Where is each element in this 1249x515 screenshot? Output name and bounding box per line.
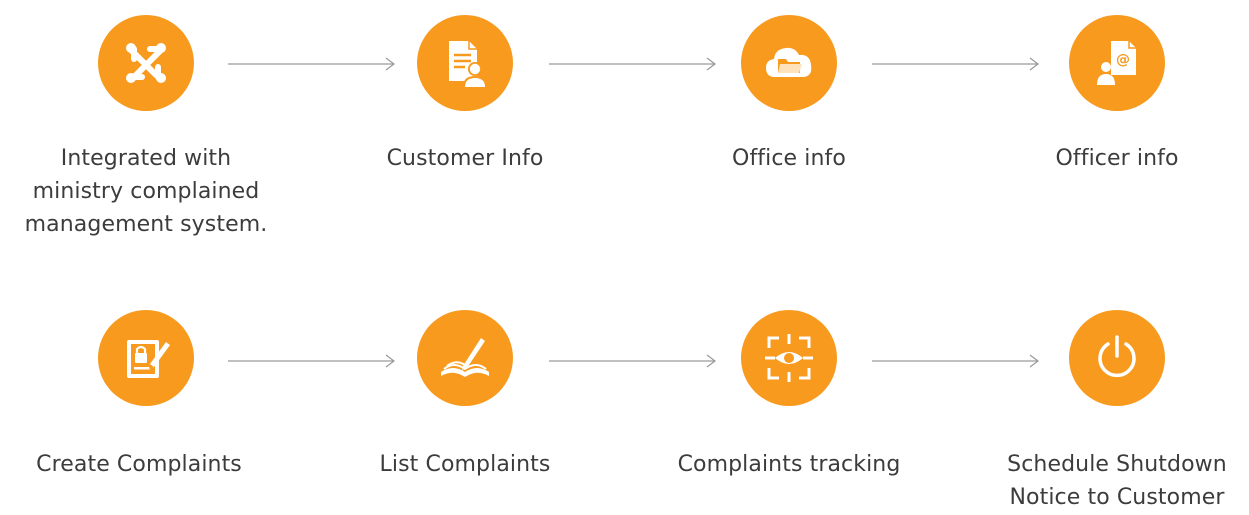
cloud-folder-icon xyxy=(766,47,812,77)
step-label: Schedule Shutdown Notice to Customer xyxy=(1007,452,1227,510)
step-circle xyxy=(741,15,837,111)
secure-form-edit-icon xyxy=(127,340,170,378)
step-circle xyxy=(98,15,194,111)
step-label: Office info xyxy=(732,146,846,171)
svg-text:@: @ xyxy=(1116,52,1130,68)
open-book-pen-icon xyxy=(441,338,489,377)
flow-arrow xyxy=(549,351,719,371)
step-circle xyxy=(1069,310,1165,406)
eye-target-icon xyxy=(765,334,813,382)
step-label: List Complaints xyxy=(379,452,551,477)
step-label: Create Complaints xyxy=(36,452,242,477)
customer-document-icon xyxy=(449,41,487,87)
step-label: Customer Info xyxy=(386,146,544,171)
contact-email-icon: @ xyxy=(1097,41,1136,85)
power-icon xyxy=(1098,335,1136,378)
step-circle: @ xyxy=(1069,15,1165,111)
step-label: Integrated with ministry complained mana… xyxy=(24,146,268,237)
flow-arrow xyxy=(549,54,719,74)
joomla-icon xyxy=(126,43,166,83)
step-circle xyxy=(417,15,513,111)
flow-arrow xyxy=(872,351,1042,371)
step-circle xyxy=(741,310,837,406)
step-circle xyxy=(98,310,194,406)
flow-arrow xyxy=(872,54,1042,74)
step-label: Officer info xyxy=(1055,146,1179,171)
flow-arrow xyxy=(228,351,398,371)
step-circle xyxy=(417,310,513,406)
flow-arrow xyxy=(228,54,398,74)
step-label: Complaints tracking xyxy=(677,452,901,477)
